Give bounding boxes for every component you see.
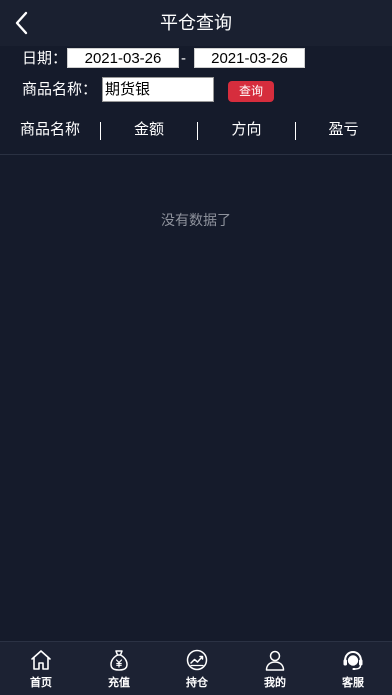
- tab-positions[interactable]: 持仓: [158, 642, 236, 695]
- tab-home-label: 首页: [30, 677, 52, 689]
- tab-mine[interactable]: 我的: [236, 642, 314, 695]
- product-filter-row: 商品名称： 期货银 查询: [0, 77, 392, 103]
- column-header-amount: 金额: [133, 121, 164, 138]
- bottom-tab-bar: 首页 充值 持仓 我的 客服: [0, 641, 392, 695]
- end-date-field[interactable]: 2021-03-26: [194, 48, 305, 68]
- date-filter-row: 日期： 2021-03-26 - 2021-03-26: [0, 48, 392, 70]
- table-header: 商品名称 金额 方向 盈亏: [0, 110, 392, 155]
- header-bar: 平仓查询: [0, 0, 392, 46]
- headset-icon: [343, 650, 363, 670]
- start-date-field[interactable]: 2021-03-26: [67, 48, 179, 68]
- column-header-direction: 方向: [231, 121, 262, 138]
- product-name-input[interactable]: 期货银: [102, 77, 214, 102]
- tab-recharge-label: 充值: [108, 677, 130, 689]
- tab-customer-service[interactable]: 客服: [314, 642, 392, 695]
- date-separator: -: [181, 50, 186, 67]
- chart-trend-icon: [186, 649, 208, 671]
- tab-mine-label: 我的: [264, 677, 286, 689]
- product-name-label: 商品名称：: [22, 81, 98, 98]
- column-header-profit-loss: 盈亏: [328, 121, 359, 138]
- tab-recharge[interactable]: 充值: [80, 642, 158, 695]
- empty-state-message: 没有数据了: [161, 212, 231, 228]
- close-position-query-page: 平仓查询 日期： 2021-03-26 - 2021-03-26 商品名称： 期…: [0, 0, 392, 695]
- tab-customer-service-label: 客服: [342, 677, 364, 689]
- home-icon: [31, 650, 51, 670]
- tab-home[interactable]: 首页: [2, 642, 80, 695]
- column-header-product: 商品名称: [19, 121, 80, 138]
- date-label: 日期：: [22, 50, 68, 67]
- money-bag-icon: [110, 650, 128, 671]
- page-title: 平仓查询: [160, 13, 232, 33]
- tab-positions-label: 持仓: [186, 677, 208, 689]
- query-button[interactable]: 查询: [228, 81, 274, 102]
- user-icon: [265, 650, 285, 671]
